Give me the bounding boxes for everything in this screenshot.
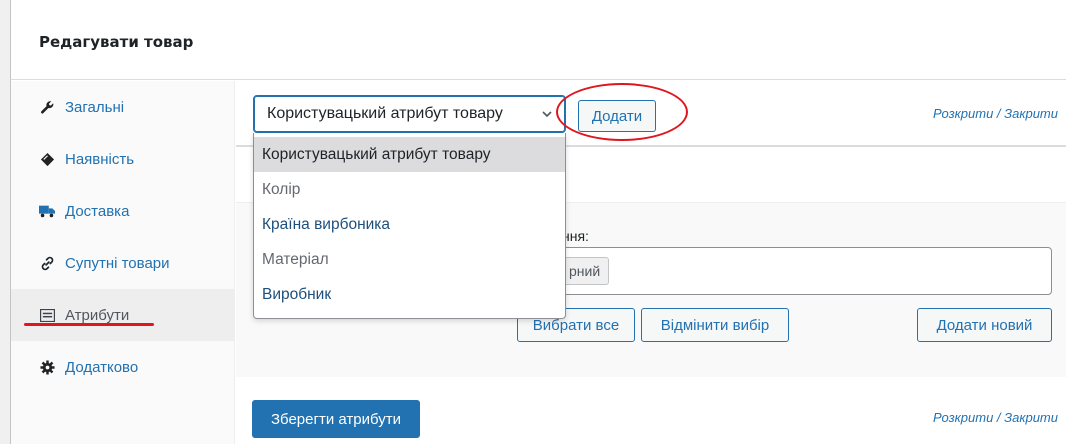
annotation-underline (24, 323, 154, 326)
truck-icon (39, 203, 55, 219)
page-header: Редагувати товар (10, 0, 1066, 80)
sidebar-item-linked-products[interactable]: Супутні товари (11, 237, 235, 289)
add-new-button[interactable]: Додати новий (917, 308, 1052, 342)
sidebar-item-label: Супутні товари (65, 254, 170, 272)
dropdown-option[interactable]: Користувацький атрибут товару (254, 137, 565, 172)
sidebar-item-label: Атрибути (65, 306, 130, 324)
page-title: Редагувати товар (39, 33, 194, 51)
sidebar-item-label: Наявність (65, 150, 135, 168)
sidebar-item-attributes[interactable]: Атрибути (11, 289, 235, 341)
tag-icon (39, 151, 55, 167)
annotation-circle (556, 83, 688, 141)
expand-collapse-link-bottom[interactable]: Розкрити / Закрити (933, 410, 1058, 425)
attribute-select-value: Користувацький атрибут товару (267, 105, 503, 122)
sidebar-item-general[interactable]: Загальні (11, 81, 235, 133)
sidebar-item-shipping[interactable]: Доставка (11, 185, 235, 237)
sidebar-item-label: Загальні (65, 98, 125, 116)
deselect-button[interactable]: Відмінити вибір (641, 308, 789, 342)
values-label: ння: (562, 228, 589, 244)
dropdown-option: Матеріал (262, 250, 329, 268)
sidebar-item-label: Додатково (65, 358, 139, 376)
save-attributes-button[interactable]: Зберегти атрибути (252, 400, 420, 438)
sidebar-item-label: Доставка (65, 202, 130, 220)
expand-collapse-link[interactable]: Розкрити / Закрити (933, 106, 1058, 121)
dropdown-option[interactable]: Виробник (254, 277, 565, 312)
link-icon (39, 255, 55, 271)
sidebar-item-inventory[interactable]: Наявність (11, 133, 235, 185)
values-input[interactable] (555, 247, 1052, 295)
product-data-tabs: Загальні Наявність Доставка Супутні това… (11, 81, 235, 444)
attribute-dropdown-list: Користувацький атрибут товару Колір Краї… (253, 133, 566, 319)
chevron-down-icon (541, 107, 553, 123)
dropdown-option[interactable]: Країна вирбоника (254, 207, 565, 242)
attribute-select[interactable]: Користувацький атрибут товару (253, 95, 566, 133)
gear-icon (39, 359, 55, 375)
sidebar-item-advanced[interactable]: Додатково (11, 341, 235, 393)
value-chip-label: рний (569, 263, 601, 279)
list-icon (39, 307, 55, 323)
wrench-icon (39, 99, 55, 115)
dropdown-option: Колір (262, 180, 301, 198)
